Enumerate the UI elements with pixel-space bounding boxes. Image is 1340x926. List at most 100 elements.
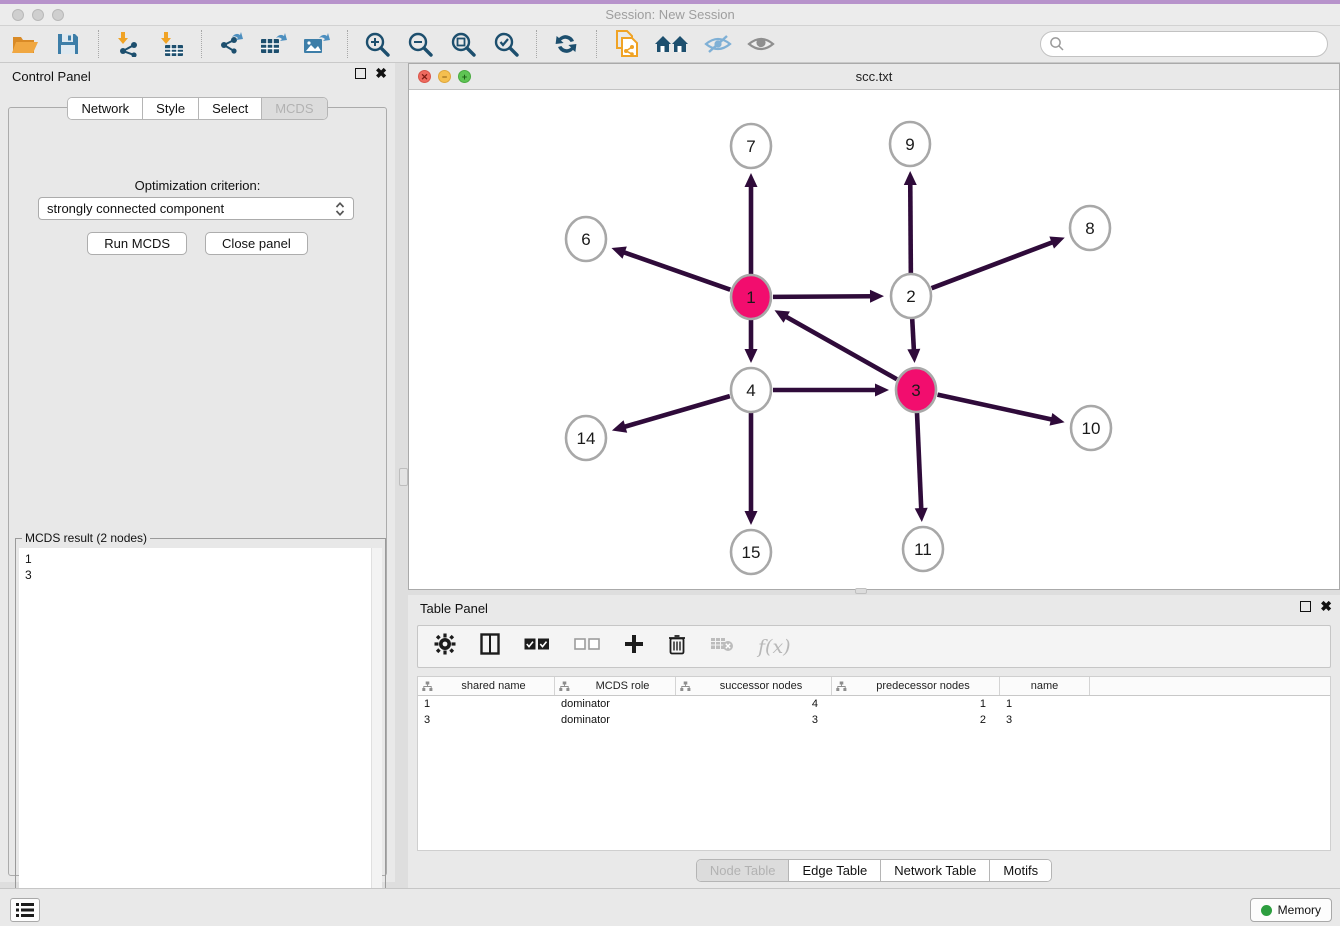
control-panel-tabs: NetworkStyleSelectMCDS xyxy=(0,97,395,120)
task-history-button[interactable] xyxy=(10,898,40,922)
tab-mcds[interactable]: MCDS xyxy=(262,98,326,119)
settings-gear-icon[interactable] xyxy=(434,633,456,660)
table-cell[interactable]: 1 xyxy=(1000,696,1090,712)
import-table-icon[interactable] xyxy=(156,29,186,59)
window-minimize-button[interactable] xyxy=(32,9,44,21)
mcds-result-line: 1 xyxy=(19,548,382,567)
toolbar-separator xyxy=(347,30,348,58)
open-folder-icon[interactable] xyxy=(10,29,40,59)
mcds-result-line: 3 xyxy=(19,567,382,583)
add-row-icon[interactable] xyxy=(624,634,644,659)
graph-node-label: 1 xyxy=(746,288,755,307)
column-header-name[interactable]: name xyxy=(1000,677,1090,695)
graph-edge-3-11[interactable] xyxy=(917,412,921,510)
column-settings-icon[interactable] xyxy=(480,633,500,660)
window-close-button[interactable] xyxy=(12,9,24,21)
refresh-icon[interactable] xyxy=(551,29,581,59)
export-table-icon[interactable] xyxy=(259,29,289,59)
table-cell[interactable]: 3 xyxy=(676,712,832,728)
control-panel: Control Panel ✖ NetworkStyleSelectMCDS O… xyxy=(0,63,395,882)
close-panel-button[interactable]: Close panel xyxy=(205,232,308,255)
search-input[interactable] xyxy=(1065,34,1327,54)
tab-network[interactable]: Network xyxy=(68,98,143,119)
graph-edge-3-1[interactable] xyxy=(785,316,897,379)
network-from-file-icon[interactable] xyxy=(611,29,641,59)
hide-selected-eye-icon[interactable] xyxy=(703,29,733,59)
save-icon[interactable] xyxy=(53,29,83,59)
table-cell[interactable]: 1 xyxy=(418,696,555,712)
delete-row-trash-icon[interactable] xyxy=(668,633,686,660)
control-panel-header: Control Panel ✖ xyxy=(0,63,395,89)
tab-motifs[interactable]: Motifs xyxy=(990,860,1051,881)
network-minimize-button[interactable]: − xyxy=(438,70,451,83)
tab-select[interactable]: Select xyxy=(199,98,262,119)
result-scrollbar[interactable] xyxy=(371,548,382,909)
run-mcds-button[interactable]: Run MCDS xyxy=(87,232,187,255)
graph-edge-2-3[interactable] xyxy=(912,318,914,351)
network-canvas[interactable]: 7968124314101511 xyxy=(409,90,1339,589)
network-window-titlebar: ✕ − + scc.txt xyxy=(409,64,1339,90)
select-all-icon[interactable] xyxy=(524,638,550,656)
zoom-out-icon[interactable] xyxy=(405,29,435,59)
tab-node-table[interactable]: Node Table xyxy=(697,860,790,881)
network-close-button[interactable]: ✕ xyxy=(418,70,431,83)
search-icon xyxy=(1049,36,1065,52)
graph-edge-arrowhead xyxy=(612,420,627,432)
graph-edge-1-6[interactable] xyxy=(623,252,730,290)
search-field[interactable] xyxy=(1040,31,1328,57)
column-header-successor-nodes[interactable]: successor nodes xyxy=(676,677,832,695)
table-cell[interactable]: dominator xyxy=(555,696,676,712)
import-network-icon[interactable] xyxy=(113,29,143,59)
mcds-panel: Optimization criterion: strongly connect… xyxy=(8,107,387,876)
tab-style[interactable]: Style xyxy=(143,98,199,119)
vertical-splitter-handle[interactable] xyxy=(399,468,408,486)
home-icon[interactable] xyxy=(654,29,690,59)
zoom-fit-icon[interactable] xyxy=(448,29,478,59)
table-cell[interactable]: 1 xyxy=(832,696,1000,712)
horizontal-splitter-handle[interactable] xyxy=(855,588,867,594)
graph-node-label: 4 xyxy=(746,381,755,400)
table-header-row: shared nameMCDS rolesuccessor nodesprede… xyxy=(418,677,1330,696)
app-titlebar: Session: New Session xyxy=(0,4,1340,26)
show-all-eye-icon[interactable] xyxy=(746,29,776,59)
graph-edge-2-8[interactable] xyxy=(932,242,1054,288)
table-row[interactable]: 1dominator411 xyxy=(418,696,1330,712)
column-header-predecessor-nodes[interactable]: predecessor nodes xyxy=(832,677,1000,695)
export-image-icon[interactable] xyxy=(302,29,332,59)
mcds-result-box: MCDS result (2 nodes) 13 xyxy=(15,538,386,913)
close-panel-icon[interactable]: ✖ xyxy=(375,68,387,79)
tab-edge-table[interactable]: Edge Table xyxy=(789,860,881,881)
column-header-MCDS-role[interactable]: MCDS role xyxy=(555,677,676,695)
graph-edge-3-10[interactable] xyxy=(937,395,1052,420)
table-cell[interactable]: 3 xyxy=(1000,712,1090,728)
zoom-in-icon[interactable] xyxy=(362,29,392,59)
table-cell[interactable]: 3 xyxy=(418,712,555,728)
memory-button[interactable]: Memory xyxy=(1250,898,1332,922)
window-zoom-button[interactable] xyxy=(52,9,64,21)
graph-node-label: 3 xyxy=(911,381,920,400)
float-table-panel-icon[interactable] xyxy=(1300,601,1311,612)
tab-network-table[interactable]: Network Table xyxy=(881,860,990,881)
table-cell[interactable]: 2 xyxy=(832,712,1000,728)
mcds-result-list[interactable]: 13 xyxy=(19,548,382,909)
graph-edge-1-2[interactable] xyxy=(773,296,872,297)
table-cell[interactable]: 4 xyxy=(676,696,832,712)
table-cell[interactable]: dominator xyxy=(555,712,676,728)
toolbar-separator xyxy=(536,30,537,58)
toolbar-separator xyxy=(596,30,597,58)
criterion-dropdown[interactable]: strongly connected component xyxy=(38,197,354,220)
float-panel-icon[interactable] xyxy=(355,68,366,79)
graph-edge-4-14[interactable] xyxy=(623,396,729,427)
table-panel-title: Table Panel xyxy=(420,601,488,616)
function-builder-icon: f(x) xyxy=(758,636,791,658)
close-table-panel-icon[interactable]: ✖ xyxy=(1320,601,1332,612)
export-network-icon[interactable] xyxy=(216,29,246,59)
zoom-selected-icon[interactable] xyxy=(491,29,521,59)
column-header-shared-name[interactable]: shared name xyxy=(418,677,555,695)
table-row[interactable]: 3dominator323 xyxy=(418,712,1330,728)
graph-edge-2-9[interactable] xyxy=(910,183,911,274)
attribute-tree-icon xyxy=(836,681,847,692)
deselect-all-icon[interactable] xyxy=(574,638,600,656)
network-maximize-button[interactable]: + xyxy=(458,70,471,83)
network-view-window: ✕ − + scc.txt 7968124314101511 xyxy=(408,63,1340,590)
